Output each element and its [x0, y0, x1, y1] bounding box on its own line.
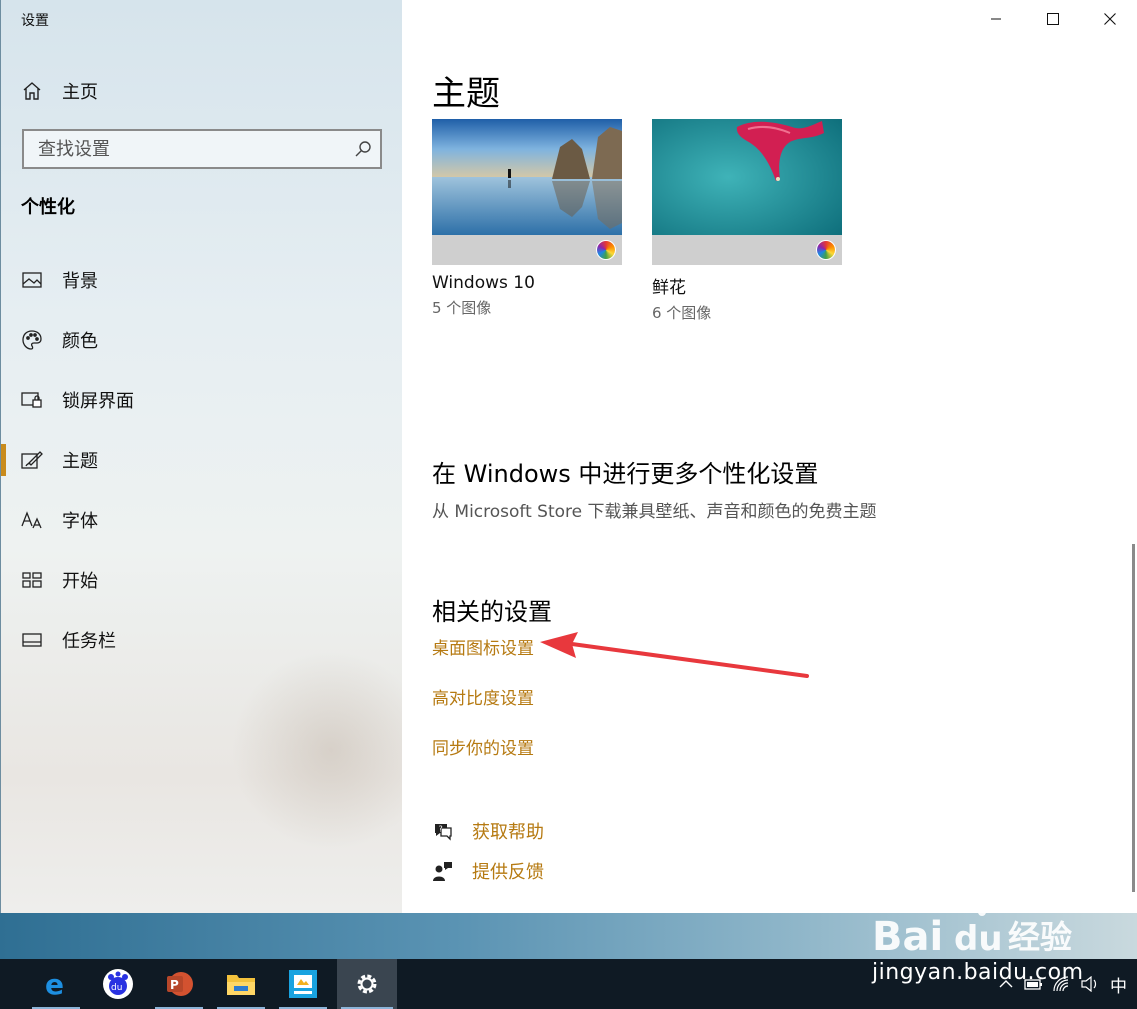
taskbar-file-explorer[interactable] [213, 959, 269, 1009]
search-input[interactable] [38, 137, 338, 161]
window-title: 设置 [21, 13, 49, 29]
related-settings-title: 相关的设置 [432, 598, 552, 626]
sidebar-item-label: 主题 [62, 451, 98, 472]
file-explorer-icon [227, 975, 255, 995]
theme-name: 鲜花 [652, 278, 686, 298]
more-personalization-description: 从 Microsoft Store 下载兼具壁纸、声音和颜色的免费主题 [432, 502, 877, 522]
taskbar-settings[interactable] [337, 959, 397, 1009]
font-icon [21, 509, 43, 531]
maximize-button[interactable] [1024, 0, 1082, 38]
settings-gear-icon [357, 974, 377, 994]
sidebar: 设置 主页 个性化 背景 颜色 [1, 0, 402, 913]
section-title: 个性化 [21, 197, 75, 218]
desktop-icon-settings-link[interactable]: 桌面图标设置 [432, 634, 534, 659]
sidebar-item-label: 任务栏 [62, 631, 116, 652]
svg-text:e: e [45, 970, 64, 998]
sidebar-item-background[interactable]: 背景 [1, 256, 402, 304]
taskbar-edge[interactable]: e [28, 959, 84, 1009]
home-icon [23, 82, 41, 100]
close-button[interactable] [1081, 0, 1137, 38]
settings-window: 设置 主页 个性化 背景 颜色 [0, 0, 1137, 913]
taskbar-app[interactable] [275, 959, 331, 1009]
sidebar-item-label: 开始 [62, 571, 98, 592]
theme-card-flowers[interactable]: 鲜花 6 个图像 [652, 119, 842, 323]
ime-indicator[interactable]: 中 [1110, 972, 1127, 997]
picture-icon [21, 269, 43, 291]
color-wheel-icon [816, 240, 836, 260]
lock-screen-icon [21, 389, 43, 411]
sidebar-item-label: 锁屏界面 [62, 391, 134, 412]
svg-text:?: ? [439, 825, 443, 834]
watermark-domain: jingyan.baidu.com [872, 960, 1084, 985]
main-content: 主题 Windows 10 5 个图像 鲜花 6 个图像 在 Windows 中… [402, 0, 1137, 913]
sidebar-item-label: 字体 [62, 511, 98, 532]
sidebar-item-label: 背景 [62, 271, 98, 292]
more-personalization-title: 在 Windows 中进行更多个性化设置 [432, 460, 819, 488]
desktop-background [0, 913, 1137, 959]
taskbar-baidu[interactable]: du [90, 959, 146, 1009]
search-icon[interactable] [354, 140, 372, 158]
minimize-icon [991, 18, 1001, 20]
flower-wallpaper-thumbnail [652, 119, 842, 265]
sync-settings-link[interactable]: 同步你的设置 [432, 734, 534, 759]
search-box[interactable] [22, 129, 382, 169]
sidebar-item-fonts[interactable]: 字体 [1, 496, 402, 544]
start-icon [21, 569, 43, 591]
minimize-button[interactable] [967, 0, 1025, 38]
sidebar-item-start[interactable]: 开始 [1, 556, 402, 604]
page-title: 主题 [432, 74, 500, 114]
app-icon [289, 970, 317, 998]
theme-name: Windows 10 [432, 273, 535, 293]
theme-image-count: 5 个图像 [432, 299, 492, 317]
sidebar-item-colors[interactable]: 颜色 [1, 316, 402, 364]
annotation-arrow [540, 632, 809, 678]
svg-text:P: P [170, 978, 179, 992]
edge-icon: e [45, 970, 64, 998]
sidebar-item-themes[interactable]: 主题 [1, 436, 402, 484]
sidebar-home[interactable]: 主页 [21, 76, 98, 106]
get-help-label: 获取帮助 [472, 822, 544, 843]
give-feedback-link[interactable]: 提供反馈 [432, 858, 544, 884]
theme-thumbnail[interactable] [432, 119, 622, 265]
sidebar-item-lock-screen[interactable]: 锁屏界面 [1, 376, 402, 424]
theme-thumbnail[interactable] [652, 119, 842, 265]
maximize-icon [1047, 13, 1059, 25]
baidu-icon: du [103, 969, 133, 999]
feedback-person-icon [433, 862, 452, 881]
theme-brush-icon [21, 449, 43, 471]
sidebar-item-label: 颜色 [62, 331, 98, 352]
close-icon [1104, 13, 1116, 25]
give-feedback-label: 提供反馈 [472, 862, 544, 883]
sidebar-item-taskbar[interactable]: 任务栏 [1, 616, 402, 664]
high-contrast-settings-link[interactable]: 高对比度设置 [432, 684, 534, 709]
svg-text:du: du [111, 983, 122, 993]
scrollbar[interactable] [1132, 544, 1135, 892]
taskbar-icon [21, 629, 43, 651]
palette-icon [21, 329, 43, 351]
beach-wallpaper-thumbnail [432, 119, 622, 265]
taskbar-powerpoint[interactable]: P [151, 959, 207, 1009]
powerpoint-icon: P [167, 972, 193, 996]
color-wheel-icon [596, 240, 616, 260]
help-chat-icon: ? [435, 824, 452, 841]
get-help-link[interactable]: ? 获取帮助 [432, 818, 544, 844]
sidebar-home-label: 主页 [62, 82, 98, 103]
theme-image-count: 6 个图像 [652, 304, 712, 322]
theme-card-windows10[interactable]: Windows 10 5 个图像 [432, 119, 622, 318]
